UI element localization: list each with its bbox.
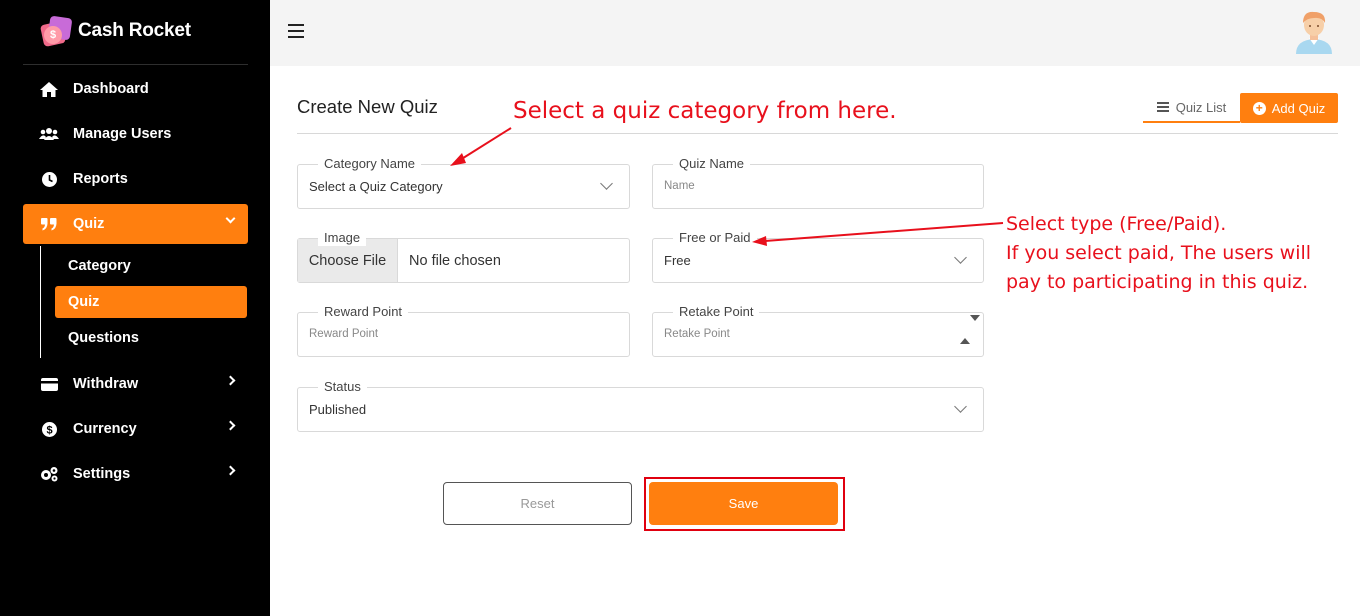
sidebar-subitem-questions[interactable]: Questions: [55, 322, 247, 354]
user-avatar[interactable]: [1292, 8, 1336, 54]
sidebar-item-label: Manage Users: [73, 126, 172, 142]
save-button[interactable]: Save: [649, 482, 838, 525]
sidebar-item-label: Dashboard: [73, 81, 149, 97]
clock-icon: [39, 171, 59, 187]
sidebar-item-label: Quiz: [73, 216, 105, 232]
home-icon: [39, 81, 59, 97]
reset-button[interactable]: Reset: [443, 482, 632, 525]
category-legend: Category Name: [318, 156, 422, 172]
type-annotation: Select type (Free/Paid). If you select p…: [1006, 210, 1311, 297]
chevron-down-icon: [954, 400, 967, 413]
image-legend: Image: [318, 230, 367, 246]
reward-legend: Reward Point: [318, 304, 409, 320]
chevron-right-icon: [225, 465, 236, 476]
quiz-list-button[interactable]: Quiz List: [1143, 93, 1240, 123]
category-annotation: Select a quiz category from here.: [513, 98, 897, 124]
users-icon: [39, 127, 59, 141]
free-paid-select[interactable]: Free or Paid Free: [652, 230, 984, 283]
chevron-down-icon: [225, 213, 236, 224]
reward-point-input[interactable]: Reward Point Reward Point: [297, 304, 630, 357]
brand-divider: [23, 64, 248, 65]
sidebar-item-label: Withdraw: [73, 376, 139, 392]
number-spinner[interactable]: [960, 315, 980, 349]
sidebar-item-label: Reports: [73, 171, 128, 187]
sidebar-item-label: Settings: [73, 466, 131, 482]
plus-circle-icon: +: [1252, 101, 1266, 115]
free-paid-value: Free: [664, 253, 691, 268]
title-divider: [297, 133, 1338, 134]
sidebar-item-withdraw[interactable]: Withdraw: [23, 364, 248, 404]
retake-placeholder: Retake Point: [664, 328, 730, 340]
brand-name: Cash Rocket: [78, 20, 191, 41]
quiz-list-label: Quiz List: [1175, 99, 1227, 115]
type-annotation-line1: Select type (Free/Paid).: [1006, 213, 1227, 235]
image-file-input[interactable]: Choose File Image No file chosen: [297, 230, 630, 283]
sidebar-item-quiz[interactable]: Quiz: [23, 204, 248, 244]
quiz-name-input[interactable]: Quiz Name Name: [652, 156, 984, 209]
page-title: Create New Quiz: [297, 96, 438, 117]
list-icon: [1156, 102, 1169, 112]
gears-icon: [39, 466, 59, 482]
sidebar-item-dashboard[interactable]: Dashboard: [23, 69, 248, 109]
quiz-name-placeholder: Name: [664, 180, 695, 192]
free-paid-legend: Free or Paid: [673, 230, 757, 246]
sidebar-subitem-category[interactable]: Category: [55, 250, 247, 282]
svg-text:$: $: [46, 424, 52, 436]
sidebar: $ Cash Rocket Dashboard Manage Users Rep…: [0, 0, 270, 616]
sidebar-item-currency[interactable]: $ Currency: [23, 409, 248, 449]
sidebar-item-label: Currency: [73, 421, 137, 437]
status-value: Published: [309, 402, 367, 417]
sidebar-item-settings[interactable]: Settings: [23, 454, 248, 494]
reward-placeholder: Reward Point: [309, 328, 379, 340]
sidebar-item-reports[interactable]: Reports: [23, 159, 248, 199]
card-icon: [39, 377, 59, 391]
brand[interactable]: $ Cash Rocket: [39, 14, 191, 48]
status-select[interactable]: Status Published: [297, 379, 984, 432]
quiz-name-legend: Quiz Name: [673, 156, 751, 172]
add-quiz-label: Add Quiz: [1271, 100, 1326, 116]
add-quiz-button[interactable]: + Add Quiz: [1240, 93, 1338, 123]
type-annotation-line3: pay to participating in this quiz.: [1006, 271, 1309, 293]
submenu-line: [40, 246, 41, 358]
dollar-icon: $: [39, 421, 59, 437]
sidebar-subitem-quiz[interactable]: Quiz: [55, 286, 247, 318]
sidebar-item-manage-users[interactable]: Manage Users: [23, 114, 248, 154]
quote-icon: [39, 217, 59, 231]
status-legend: Status: [318, 379, 367, 395]
chevron-right-icon: [225, 420, 236, 431]
type-annotation-line2: If you select paid, The users will: [1006, 242, 1312, 264]
menu-toggle-icon[interactable]: [288, 24, 304, 38]
chevron-down-icon: [600, 177, 613, 190]
topbar: [270, 0, 1360, 66]
chevron-right-icon: [225, 375, 236, 386]
file-name-text: No file chosen: [409, 253, 501, 269]
chevron-down-icon: [954, 251, 967, 264]
category-select[interactable]: Category Name Select a Quiz Category: [297, 156, 630, 209]
retake-point-input[interactable]: Retake Point Retake Point: [652, 304, 984, 357]
category-value: Select a Quiz Category: [309, 179, 443, 194]
brand-logo-icon: $: [39, 15, 73, 48]
retake-legend: Retake Point: [673, 304, 760, 320]
